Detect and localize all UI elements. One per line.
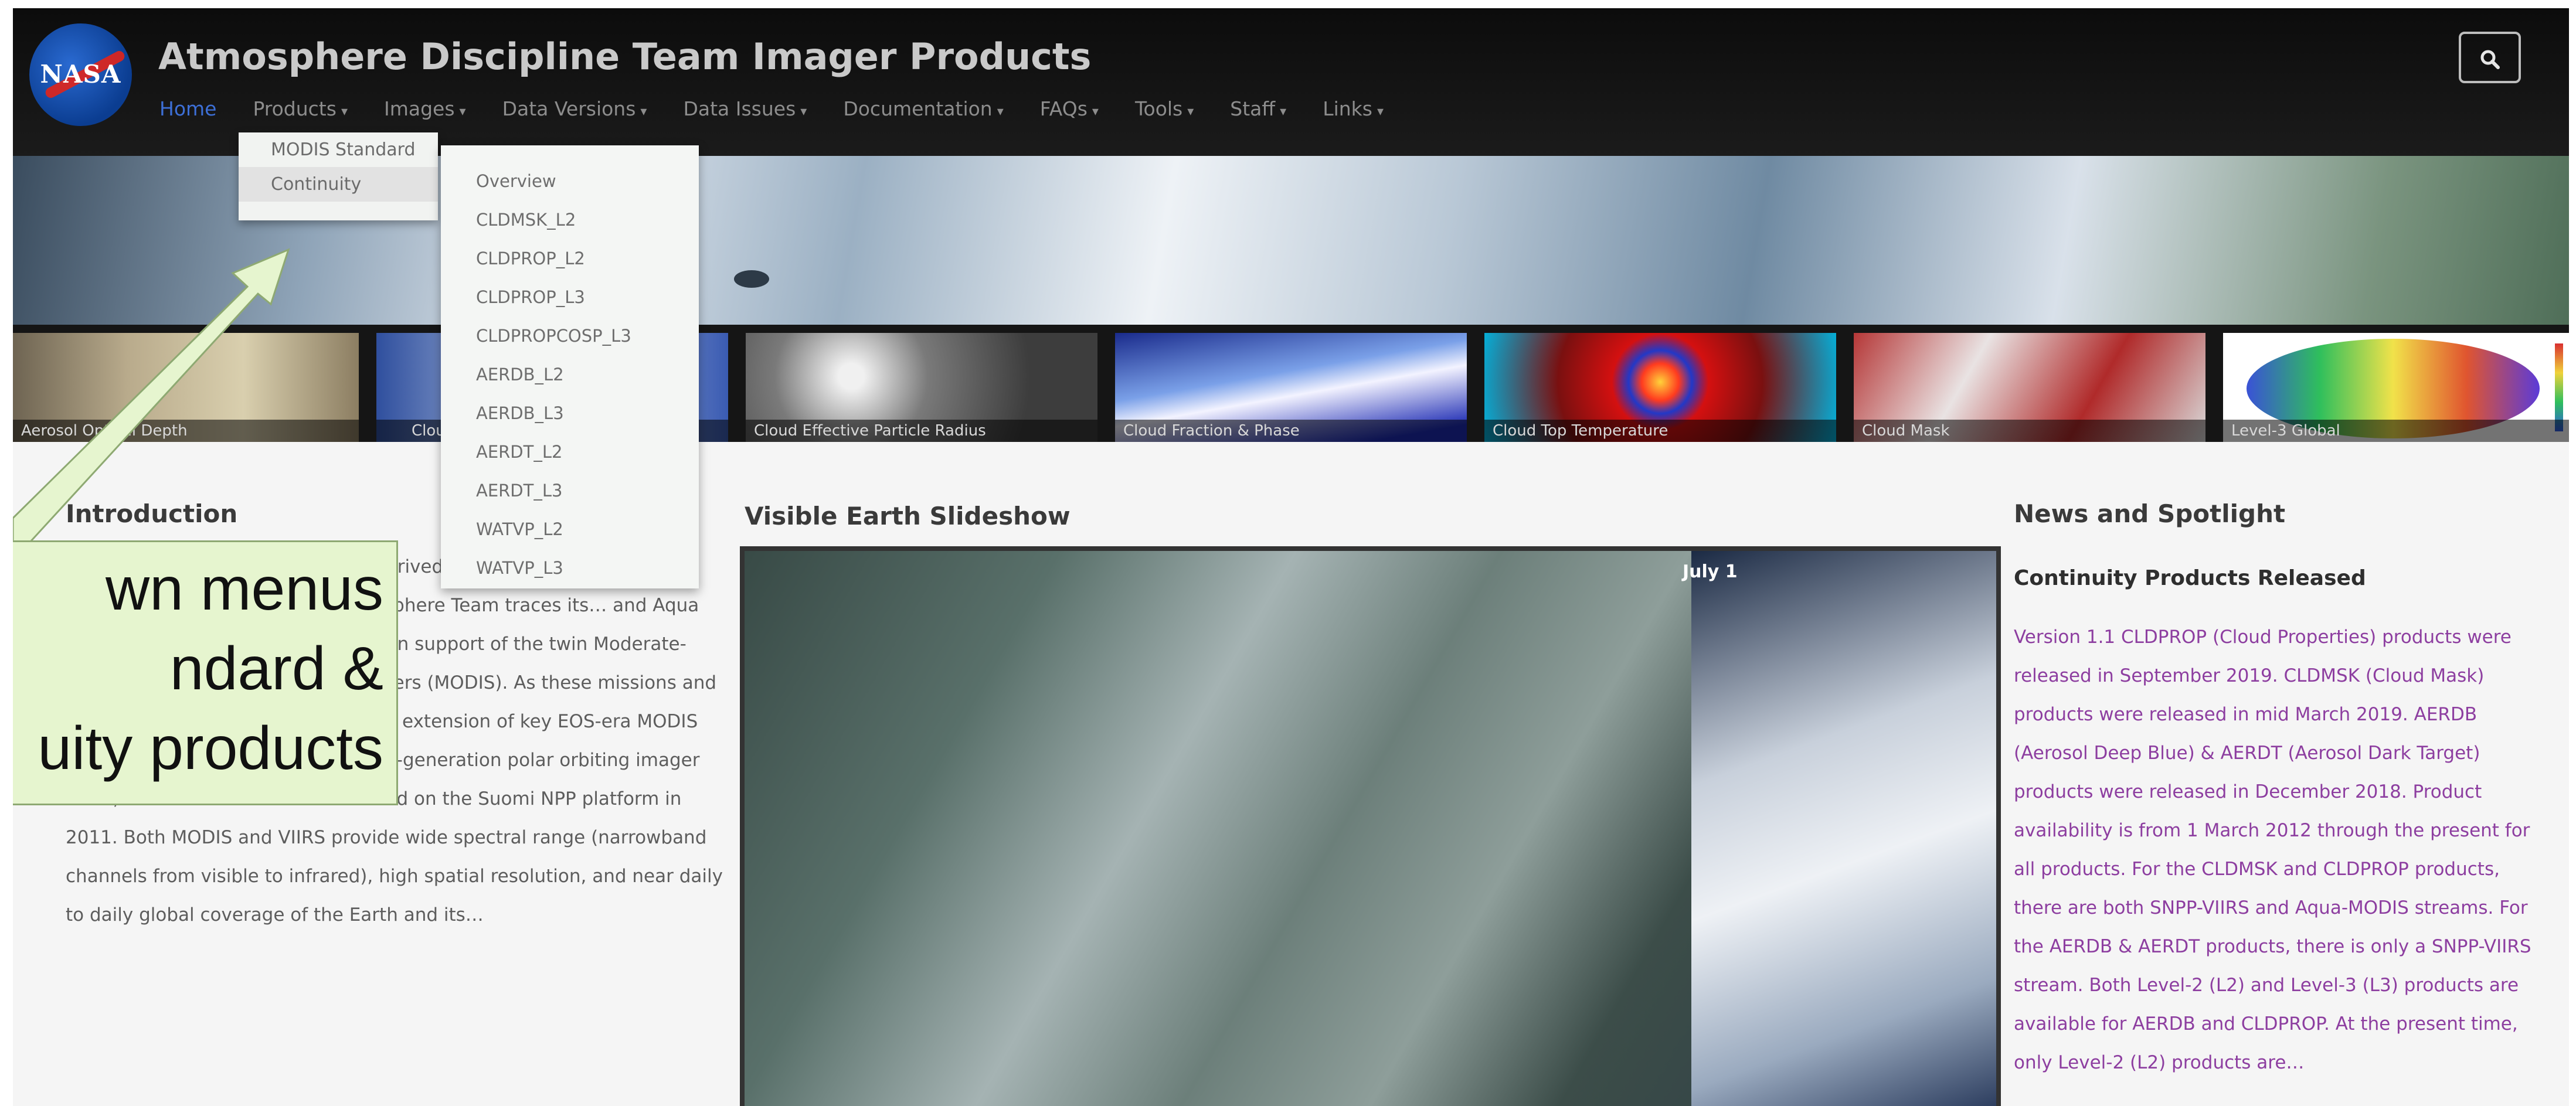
visible-earth-slideshow[interactable]: July 1 [740,546,2001,1106]
menu-item-cldprop-l3[interactable]: CLDPROP_L3 [441,278,699,317]
thumb-caption: Cloud Effective Particle Radius [746,420,1097,442]
menu-item-watvp-l3[interactable]: WATVP_L3 [441,549,699,587]
chevron-down-icon: ▾ [1092,104,1099,119]
product-thumbnail-strip: Aerosol Optical Depth Cloud Cloud Effect… [13,325,2569,442]
slide-date: July 1 [1683,561,1738,582]
nav-documentation[interactable]: Documentation ▾ [843,97,1003,120]
nav-data-versions[interactable]: Data Versions ▾ [502,97,647,120]
callout-line: wn menus [106,555,383,623]
thumb-caption: Cloud Top Temperature [1484,420,1836,442]
chevron-down-icon: ▾ [800,104,807,119]
chevron-down-icon: ▾ [997,104,1004,119]
chevron-down-icon: ▾ [640,104,647,119]
search-button[interactable] [2459,32,2521,83]
menu-item-aerdb-l3[interactable]: AERDB_L3 [441,394,699,433]
thumb-level3-global[interactable]: Level-3 Global [2223,333,2569,442]
thumb-cloud-fraction-phase[interactable]: Cloud Fraction & Phase [1115,333,1467,442]
continuity-submenu: Overview CLDMSK_L2 CLDPROP_L2 CLDPROP_L3… [441,145,699,588]
nav-tools[interactable]: Tools ▾ [1135,97,1194,120]
chevron-down-icon: ▾ [459,104,466,119]
thumb-caption: Cloud Mask [1854,420,2205,442]
thumb-caption: Level-3 Global [2223,420,2569,442]
thumb-caption: Cloud Fraction & Phase [1115,420,1467,442]
callout-line: uity products [38,714,383,782]
nav-staff[interactable]: Staff ▾ [1230,97,1286,120]
menu-item-aerdt-l2[interactable]: AERDT_L2 [441,433,699,471]
thumb-cloud-effective-particle-radius[interactable]: Cloud Effective Particle Radius [746,333,1097,442]
callout-line: ndard & [169,635,383,703]
nav-data-issues[interactable]: Data Issues ▾ [683,97,807,120]
main-nav: Home Products ▾ Images ▾ Data Versions ▾ Da… [159,97,1420,120]
annotation-arrow [13,248,290,543]
slideshow-heading: Visible Earth Slideshow [745,502,1070,530]
chevron-down-icon: ▾ [341,104,348,119]
menu-item-cldmsk-l2[interactable]: CLDMSK_L2 [441,200,699,239]
browser-page: NASA Atmosphere Discipline Team Imager P… [13,8,2569,1106]
menu-item-overview[interactable]: Overview [441,162,699,200]
thumb-cloud-top-temperature[interactable]: Cloud Top Temperature [1484,333,1836,442]
news-heading: News and Spotlight [2014,499,2286,528]
thumb-cloud-mask[interactable]: Cloud Mask [1854,333,2205,442]
nav-images[interactable]: Images ▾ [384,97,466,120]
menu-item-aerdb-l2[interactable]: AERDB_L2 [441,355,699,394]
slideshow-cloud-image [1691,551,1996,1106]
nav-faqs[interactable]: FAQs ▾ [1040,97,1099,120]
chevron-down-icon: ▾ [1280,104,1287,119]
color-scale-bar [2555,343,2563,431]
menu-item-watvp-l2[interactable]: WATVP_L2 [441,510,699,549]
hurricane-eye [734,270,769,288]
menu-item-cldprop-l2[interactable]: CLDPROP_L2 [441,239,699,278]
chevron-down-icon: ▾ [1187,104,1194,119]
menu-item-cldpropcosp-l3[interactable]: CLDPROPCOSP_L3 [441,317,699,355]
nav-links[interactable]: Links ▾ [1323,97,1384,120]
chevron-down-icon: ▾ [1377,104,1384,119]
annotation-callout: wn menus ndard & uity products [13,540,398,805]
menu-item-aerdt-l3[interactable]: AERDT_L3 [441,471,699,510]
news-text[interactable]: Version 1.1 CLDPROP (Cloud Properties) p… [2014,618,2541,1082]
news-subtitle: Continuity Products Released [2014,566,2366,590]
search-icon [2480,50,2500,69]
